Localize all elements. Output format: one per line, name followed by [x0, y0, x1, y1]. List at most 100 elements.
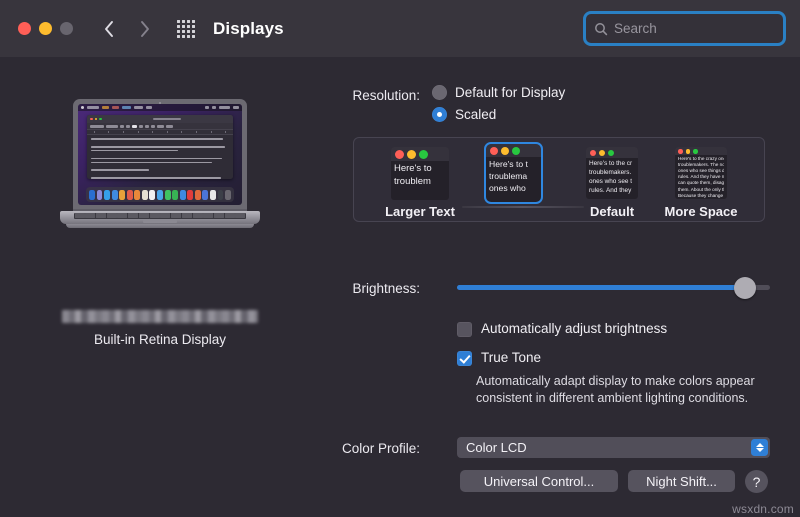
- radio-button-unselected[interactable]: [432, 85, 447, 100]
- toolbar-chip: [139, 124, 143, 128]
- chevron-up-down-icon[interactable]: [751, 439, 768, 456]
- dock-icon: [88, 189, 95, 200]
- dock-icon: [164, 189, 171, 200]
- radio-label: Default for Display: [455, 85, 566, 100]
- search-input[interactable]: [614, 21, 791, 36]
- toolbar-chip: [106, 124, 118, 128]
- menu-item: [146, 106, 152, 109]
- color-profile-value: Color LCD: [466, 440, 527, 455]
- thumbnail-traffic-lights: [391, 147, 449, 161]
- displays-preference-pane: Displays Search Built-in Retina Display …: [0, 0, 800, 517]
- thumbnail-larger-text[interactable]: Here's to troublem: [391, 147, 449, 200]
- preview-dock: [86, 187, 234, 202]
- true-tone-checkbox[interactable]: [457, 351, 472, 366]
- dock-icon: [104, 189, 111, 200]
- radio-default-for-display[interactable]: Default for Display: [432, 85, 565, 100]
- menu-item: [102, 106, 109, 109]
- thumbnail-traffic-lights: [586, 147, 638, 158]
- toolbar-chip: [145, 124, 149, 128]
- brightness-label: Brightness:: [352, 281, 420, 296]
- true-tone-description: Automatically adapt display to make colo…: [476, 374, 755, 406]
- thumbnail-text: Here's to the crazy one troublemakers. T…: [678, 155, 724, 198]
- dock-icon: [157, 189, 163, 200]
- status-item: [205, 106, 209, 109]
- traffic-lights: [18, 22, 73, 35]
- zoom-button: [60, 22, 73, 35]
- thumbnail-traffic-lights: [675, 147, 727, 155]
- dock-icon: [217, 189, 224, 200]
- dock-icon: [209, 189, 216, 200]
- scaled-resolution-picker[interactable]: Here's to troublem Larger Text Here's to…: [353, 137, 765, 222]
- radio-label: Scaled: [455, 107, 497, 122]
- laptop-foot: [66, 224, 254, 228]
- night-shift-button[interactable]: Night Shift...: [628, 470, 735, 492]
- display-preview-panel: Built-in Retina Display: [0, 57, 320, 517]
- true-tone-checkbox-row[interactable]: True Tone: [457, 350, 541, 367]
- menu-item: [134, 106, 143, 109]
- back-chevron-icon[interactable]: [103, 19, 116, 39]
- radio-scaled[interactable]: Scaled: [432, 107, 565, 122]
- close-button[interactable]: [18, 22, 31, 35]
- forward-chevron-icon[interactable]: [138, 19, 151, 39]
- thumbnail-more-space[interactable]: Here's to the crazy one troublemakers. T…: [675, 147, 727, 199]
- clock-item: [219, 106, 230, 109]
- display-name-label: Built-in Retina Display: [93, 332, 227, 347]
- toolbar-chip: [151, 124, 155, 128]
- search-icon: [594, 22, 608, 36]
- brightness-slider[interactable]: [457, 276, 770, 299]
- preview-document-window: [87, 115, 233, 179]
- apple-logo-icon: [81, 106, 84, 109]
- close-dot-icon: [90, 117, 93, 121]
- color-profile-dropdown[interactable]: Color LCD: [457, 437, 770, 458]
- status-item: [212, 106, 216, 109]
- thumbnail-label-larger-text: Larger Text: [385, 204, 455, 219]
- dock-icon: [187, 189, 194, 200]
- toolbar-chip: [90, 124, 104, 128]
- auto-brightness-label: Automatically adjust brightness: [481, 321, 668, 336]
- show-all-grid-icon[interactable]: [177, 19, 195, 38]
- minimize-dot-icon: [94, 117, 98, 121]
- help-button[interactable]: ?: [745, 470, 768, 493]
- resolution-slider-track[interactable]: [462, 206, 584, 208]
- dock-icon: [225, 189, 232, 200]
- universal-control-button[interactable]: Universal Control...: [460, 470, 618, 492]
- dock-icon: [149, 189, 156, 200]
- laptop-keyboard: [74, 212, 246, 219]
- preview-window-titlebar: [87, 115, 233, 123]
- dock-icon: [111, 189, 118, 200]
- minimize-button[interactable]: [39, 22, 52, 35]
- dock-icon: [179, 189, 186, 200]
- page-title: Displays: [213, 18, 284, 38]
- color-profile-label: Color Profile:: [341, 441, 420, 456]
- dock-icon: [172, 189, 179, 200]
- dock-icon: [119, 189, 126, 200]
- auto-brightness-checkbox[interactable]: [457, 322, 472, 337]
- true-tone-label: True Tone: [481, 350, 542, 365]
- preview-window-title: [152, 118, 181, 120]
- thumbnail-default[interactable]: Here's to the cr troublemakers. ones who…: [586, 147, 638, 199]
- toolbar-chip: [166, 124, 173, 128]
- toolbar-chip: [120, 124, 124, 128]
- thumbnail-text: Here's to troublem: [394, 163, 432, 187]
- search-field[interactable]: [583, 11, 791, 46]
- preview-menubar: [78, 104, 242, 111]
- brightness-slider-fill: [457, 285, 745, 290]
- preview-toolbar: [87, 123, 233, 130]
- radio-button-selected[interactable]: [432, 107, 447, 122]
- watermark: wsxdn.com: [732, 502, 794, 516]
- zoom-dot-icon: [99, 117, 102, 121]
- brightness-slider-knob[interactable]: [733, 276, 756, 299]
- resolution-thumbnails: Here's to troublem Larger Text Here's to…: [354, 142, 764, 219]
- thumbnail-label-more-space: More Space: [664, 204, 738, 219]
- laptop-trackpad: [143, 219, 177, 223]
- thumbnail-selected[interactable]: Here's to t troublema ones who: [484, 142, 543, 204]
- macbook-illustration: [60, 99, 260, 229]
- toolbar-chip-selected: [132, 124, 137, 128]
- resolution-label: Resolution:: [352, 88, 420, 103]
- dock-icon: [96, 189, 103, 200]
- dock-icon: [194, 189, 201, 200]
- toolbar-chip: [157, 124, 164, 128]
- laptop-lid: [73, 99, 247, 211]
- dock-icon: [134, 189, 141, 200]
- auto-brightness-checkbox-row[interactable]: Automatically adjust brightness: [457, 321, 667, 338]
